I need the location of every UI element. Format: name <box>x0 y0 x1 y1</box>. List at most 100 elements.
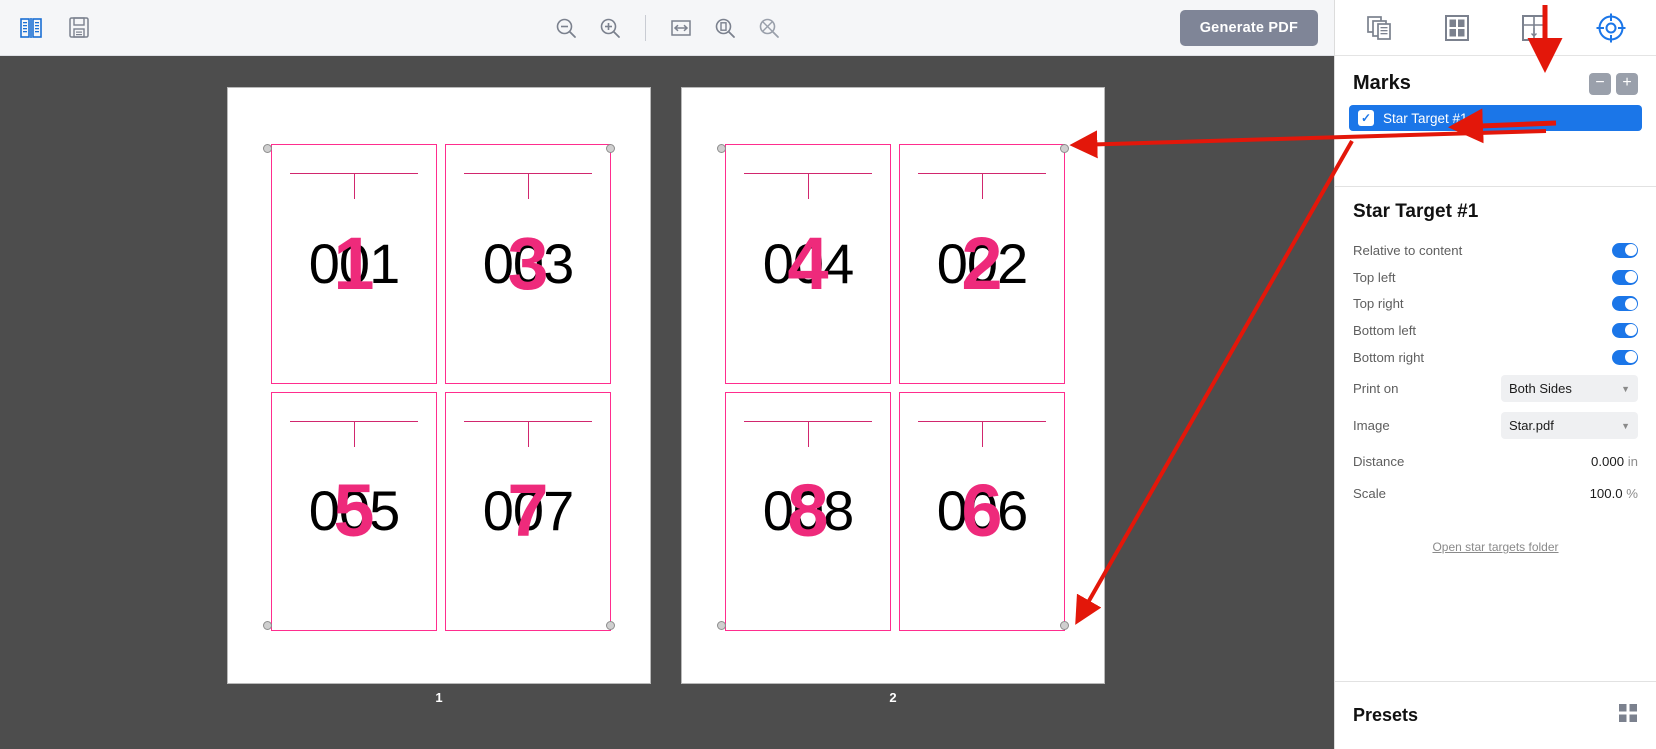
card[interactable]: 003 3 <box>445 144 611 384</box>
distance-value-group[interactable]: 0.000 in <box>1591 454 1638 469</box>
mark-label: Star Target #1 <box>1383 110 1468 126</box>
tab-marks[interactable] <box>1588 6 1634 50</box>
card[interactable]: 007 7 <box>445 391 611 631</box>
mark-properties: Star Target #1 Relative to content Top l… <box>1335 187 1656 556</box>
marks-add-remove-group: − + <box>1589 72 1638 95</box>
spread-view-icon[interactable] <box>16 13 46 43</box>
card-pink-number: 7 <box>507 469 549 553</box>
property-row-distance: Distance 0.000 in <box>1353 444 1638 478</box>
tab-layout[interactable] <box>1434 6 1480 50</box>
preview-canvas[interactable]: 001 1 003 3 005 5 007 7 1 004 4 002 2 00… <box>0 56 1334 749</box>
list-item[interactable]: ✓ Star Target #1 <box>1349 105 1642 131</box>
card-pink-number: 4 <box>787 221 829 305</box>
property-row-bottom-left: Bottom left <box>1353 317 1638 344</box>
bottom-left-toggle[interactable] <box>1612 322 1638 338</box>
property-row-top-right: Top right <box>1353 290 1638 317</box>
top-toolbar: Generate PDF <box>0 0 1334 56</box>
chevron-down-icon: ▼ <box>1621 420 1630 431</box>
remove-mark-button[interactable]: − <box>1589 72 1611 95</box>
mark-handle-top-left[interactable] <box>717 144 726 153</box>
mark-handle-bottom-right[interactable] <box>606 621 615 630</box>
property-row-bottom-right: Bottom right <box>1353 344 1638 371</box>
toolbar-zoom-group <box>0 0 1334 56</box>
property-label: Scale <box>1353 485 1386 501</box>
toolbar-left-group <box>0 13 94 43</box>
mark-handle-top-right[interactable] <box>606 144 615 153</box>
right-panel: Marks − + ✓ Star Target #1 Star Target #… <box>1334 0 1656 749</box>
fit-width-icon[interactable] <box>666 13 696 43</box>
property-label: Top left <box>1353 269 1396 285</box>
print-on-select[interactable]: Both Sides ▼ <box>1501 375 1638 403</box>
app-root: Generate PDF 001 1 003 3 005 5 007 7 1 0… <box>0 0 1656 749</box>
image-select[interactable]: Star.pdf ▼ <box>1501 412 1638 440</box>
card-tick <box>354 420 355 447</box>
top-right-toggle[interactable] <box>1612 296 1638 312</box>
card-pink-number: 5 <box>333 469 375 553</box>
tab-imposition[interactable] <box>1511 6 1557 50</box>
folder-link-wrap: Open star targets folder <box>1353 538 1638 556</box>
image-value: Star.pdf <box>1509 418 1554 434</box>
generate-pdf-button[interactable]: Generate PDF <box>1179 10 1318 46</box>
property-label: Bottom right <box>1353 349 1425 365</box>
mark-handle-bottom-left[interactable] <box>263 621 272 630</box>
toolbar-divider <box>644 15 646 41</box>
marks-list: ✓ Star Target #1 <box>1335 105 1656 131</box>
card-tick <box>354 173 355 199</box>
right-panel-tabs <box>1335 0 1656 56</box>
card-pink-number: 8 <box>787 469 829 553</box>
top-left-toggle[interactable] <box>1612 269 1638 285</box>
card-pink-number: 2 <box>961 221 1003 305</box>
card[interactable]: 005 5 <box>271 391 437 631</box>
properties-title: Star Target #1 <box>1353 201 1479 222</box>
add-mark-button[interactable]: + <box>1616 72 1638 95</box>
mark-handle-top-left[interactable] <box>263 144 272 153</box>
scale-value-group[interactable]: 100.0 % <box>1590 486 1638 501</box>
zoom-in-icon[interactable] <box>595 13 625 43</box>
mark-handle-bottom-left[interactable] <box>717 621 726 630</box>
page-number-label: 1 <box>435 690 443 705</box>
property-row-print-on: Print on Both Sides ▼ <box>1353 370 1638 407</box>
property-label: Top right <box>1353 296 1404 312</box>
card[interactable]: 004 4 <box>725 144 891 384</box>
bottom-right-toggle[interactable] <box>1612 349 1638 365</box>
sheet-page-2[interactable]: 004 4 002 2 008 8 006 6 <box>681 87 1105 684</box>
card-tick <box>528 420 529 447</box>
card-grid-2: 004 4 002 2 008 8 006 6 <box>725 144 1065 631</box>
card[interactable]: 006 6 <box>899 391 1065 631</box>
tab-pages[interactable] <box>1357 6 1403 50</box>
zoom-out-icon[interactable] <box>551 13 581 43</box>
fit-page-icon[interactable] <box>710 13 740 43</box>
card-tick <box>982 173 983 199</box>
mark-checkbox[interactable]: ✓ <box>1358 110 1374 126</box>
scale-unit: % <box>1626 485 1638 501</box>
marks-section-header: Marks − + <box>1335 56 1656 105</box>
card-tick <box>982 420 983 447</box>
card[interactable]: 002 2 <box>899 144 1065 384</box>
relative-to-content-toggle[interactable] <box>1612 242 1638 258</box>
card-pink-number: 3 <box>507 221 549 305</box>
mark-handle-bottom-right[interactable] <box>1060 621 1069 630</box>
zoom-reset-icon[interactable] <box>754 13 784 43</box>
card-grid-1: 001 1 003 3 005 5 007 7 <box>271 144 611 631</box>
open-star-targets-folder-link[interactable]: Open star targets folder <box>1432 540 1558 554</box>
card-tick <box>528 173 529 199</box>
scale-value: 100.0 <box>1589 485 1623 501</box>
presets-grid-icon[interactable] <box>1618 703 1638 728</box>
card-tick <box>808 173 809 199</box>
print-on-value: Both Sides <box>1509 381 1572 397</box>
property-label: Image <box>1353 418 1390 434</box>
card[interactable]: 001 1 <box>271 144 437 384</box>
card-tick <box>808 420 809 447</box>
distance-unit: in <box>1627 453 1638 469</box>
marks-title: Marks <box>1353 72 1411 94</box>
card[interactable]: 008 8 <box>725 391 891 631</box>
property-row-image: Image Star.pdf ▼ <box>1353 407 1638 444</box>
save-icon[interactable] <box>64 13 94 43</box>
property-label: Relative to content <box>1353 242 1463 258</box>
mark-handle-top-right[interactable] <box>1060 144 1069 153</box>
sheet-page-1[interactable]: 001 1 003 3 005 5 007 7 <box>227 87 651 684</box>
distance-value: 0.000 <box>1591 453 1625 469</box>
chevron-down-icon: ▼ <box>1621 383 1630 394</box>
property-label: Print on <box>1353 381 1399 397</box>
property-label: Bottom left <box>1353 322 1417 338</box>
